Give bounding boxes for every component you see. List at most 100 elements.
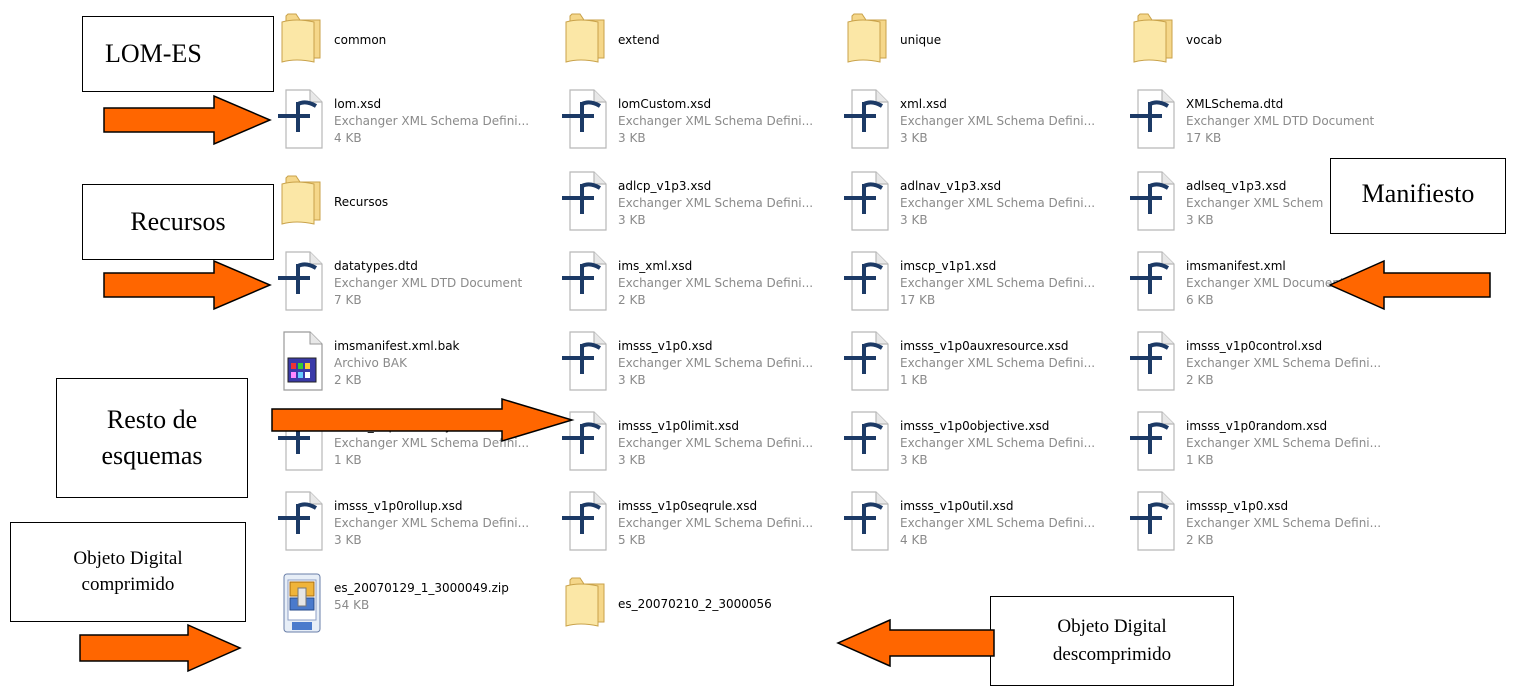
file-name: XMLSchema.dtd [1186,97,1284,111]
xml-schema-file-icon [560,330,616,394]
callout-obj-desc-line1: Objeto Digital [1057,616,1167,637]
file-label: ims_xml.xsd Exchanger XML Schema Defini..… [618,258,813,309]
file-label: unique [900,32,941,49]
file-label: Recursos [334,194,388,211]
file-item[interactable]: imsss_v1p0control.xsd Exchanger XML Schem… [1128,330,1403,400]
file-size: 1 KB [900,373,928,387]
file-name: imsssp_v1p0.xsd [1186,499,1289,513]
file-item[interactable]: unique [842,8,1117,78]
file-size: 1 KB [334,453,362,467]
arrow-to-datatypes-icon [103,259,272,311]
file-type: Exchanger XML DTD Document [334,276,523,290]
file-size: 3 KB [900,131,928,145]
file-type: Exchanger XML Schema Defini... [900,516,1096,530]
callout-objeto-comprimido: Objeto Digital comprimido [10,522,246,622]
file-name: extend [618,33,660,47]
file-label: lom.xsd Exchanger XML Schema Defini... 4 K… [334,96,529,147]
file-size: 2 KB [334,373,362,387]
file-item[interactable]: imsss_v1p0limit.xsd Exchanger XML Schema … [560,410,835,480]
callout-obj-comp-line2: comprimido [81,574,175,595]
file-name: ims_xml.xsd [618,259,693,273]
callout-obj-desc-line2: descomprimido [1052,644,1172,665]
file-type: Exchanger XML Schema Defini... [618,356,814,370]
file-label: adlseq_v1p3.xsd Exchanger XML Schem 3 KB [1186,178,1323,229]
file-type: Exchanger XML Schema Defini... [900,276,1096,290]
arrow-to-lom-icon [103,94,272,146]
file-item[interactable]: adlnav_v1p3.xsd Exchanger XML Schema Defi… [842,170,1117,240]
file-name: imsss_v1p0seqrule.xsd [618,499,758,513]
file-type: Exchanger XML Schema Defini... [1186,436,1382,450]
file-label: imsss_v1p0control.xsd Exchanger XML Schem… [1186,338,1381,389]
file-label: XMLSchema.dtd Exchanger XML DTD Document 1… [1186,96,1374,147]
file-item[interactable]: imsss_v1p0seqrule.xsd Exchanger XML Schem… [560,490,835,560]
file-type: Exchanger XML Schema Defini... [900,114,1096,128]
file-item[interactable]: imsss_v1p0.xsd Exchanger XML Schema Defin… [560,330,835,400]
xml-schema-file-icon [842,330,898,394]
file-type: Exchanger XML Schema Defini... [900,436,1096,450]
xml-schema-file-icon [1128,170,1184,234]
file-item[interactable]: es_20070129_1_3000049.zip 54 KB [276,572,551,642]
file-item[interactable]: ims_xml.xsd Exchanger XML Schema Defini..… [560,250,835,320]
file-size: 3 KB [618,131,646,145]
folder-icon [276,170,332,234]
file-item[interactable]: lom.xsd Exchanger XML Schema Defini... 4 K… [276,88,551,158]
file-item[interactable]: lomCustom.xsd Exchanger XML Schema Defini… [560,88,835,158]
file-item[interactable]: adlcp_v1p3.xsd Exchanger XML Schema Defin… [560,170,835,240]
file-size: 2 KB [1186,373,1214,387]
file-item[interactable]: imsssp_v1p0.xsd Exchanger XML Schema Defi… [1128,490,1403,560]
file-label: datatypes.dtd Exchanger XML DTD Document 7… [334,258,522,309]
file-type: Exchanger XML Schema Defini... [334,114,530,128]
file-size: 17 KB [900,293,936,307]
file-label: es_20070129_1_3000049.zip 54 KB [334,580,509,614]
file-item[interactable]: imscp_v1p1.xsd Exchanger XML Schema Defin… [842,250,1117,320]
xml-schema-file-icon [1128,490,1184,554]
file-item[interactable]: es_20070210_2_3000056 [560,572,835,642]
file-item[interactable]: vocab [1128,8,1403,78]
file-item[interactable]: Recursos [276,170,551,240]
file-label: imsss_v1p0limit.xsd Exchanger XML Schema … [618,418,813,469]
file-type: Exchanger XML Schema Defini... [900,196,1096,210]
file-type: Exchanger XML Schema Defini... [618,436,814,450]
file-name: vocab [1186,33,1223,47]
xml-schema-file-icon [560,490,616,554]
file-name: imsss_v1p0rollup.xsd [334,499,463,513]
xml-schema-file-icon [276,250,332,314]
bak-file-icon [276,330,332,394]
callout-manifiesto-text: Manifiesto [1361,179,1475,208]
file-item[interactable]: imsss_v1p0util.xsd Exchanger XML Schema D… [842,490,1117,560]
callout-manifiesto: Manifiesto [1330,158,1506,234]
file-label: common [334,32,386,49]
file-size: 3 KB [900,213,928,227]
file-type: Exchanger XML Schema Defini... [900,356,1096,370]
file-item[interactable]: XMLSchema.dtd Exchanger XML DTD Document 1… [1128,88,1403,158]
file-item[interactable]: datatypes.dtd Exchanger XML DTD Document 7… [276,250,551,320]
xml-schema-file-icon [276,88,332,152]
file-label: imsss_v1p0.xsd Exchanger XML Schema Defin… [618,338,813,389]
file-name: lomCustom.xsd [618,97,712,111]
file-item[interactable]: imsss_v1p0rollup.xsd Exchanger XML Schema… [276,490,551,560]
xml-schema-file-icon [1128,250,1184,314]
xml-schema-file-icon [842,490,898,554]
folder-icon [842,8,898,72]
file-item[interactable]: imsss_v1p0auxresource.xsd Exchanger XML S… [842,330,1117,400]
file-item[interactable]: xml.xsd Exchanger XML Schema Defini... 3 K… [842,88,1117,158]
callout-recursos: Recursos [82,184,274,260]
file-label: adlcp_v1p3.xsd Exchanger XML Schema Defin… [618,178,813,229]
file-label: imsmanifest.xml Exchanger XML Document 6 K… [1186,258,1345,309]
zip-archive-icon [276,572,332,636]
file-size: 6 KB [1186,293,1214,307]
file-name: unique [900,33,942,47]
file-type: Exchanger XML Schema Defini... [1186,356,1382,370]
file-type: Exchanger XML Document [1186,276,1345,290]
file-item[interactable]: common [276,8,551,78]
file-item[interactable]: imsmanifest.xml.bak Archivo BAK 2 KB [276,330,551,400]
file-size: 3 KB [618,373,646,387]
file-label: imscp_v1p1.xsd Exchanger XML Schema Defin… [900,258,1095,309]
file-name: imscp_v1p1.xsd [900,259,997,273]
file-label: imsss_v1p0rollup.xsd Exchanger XML Schema… [334,498,529,549]
file-item[interactable]: imsss_v1p0objective.xsd Exchanger XML Sch… [842,410,1117,480]
file-type: Exchanger XML Schema Defini... [618,516,814,530]
file-item[interactable]: imsss_v1p0random.xsd Exchanger XML Schema… [1128,410,1403,480]
xml-schema-file-icon [560,250,616,314]
file-item[interactable]: extend [560,8,835,78]
